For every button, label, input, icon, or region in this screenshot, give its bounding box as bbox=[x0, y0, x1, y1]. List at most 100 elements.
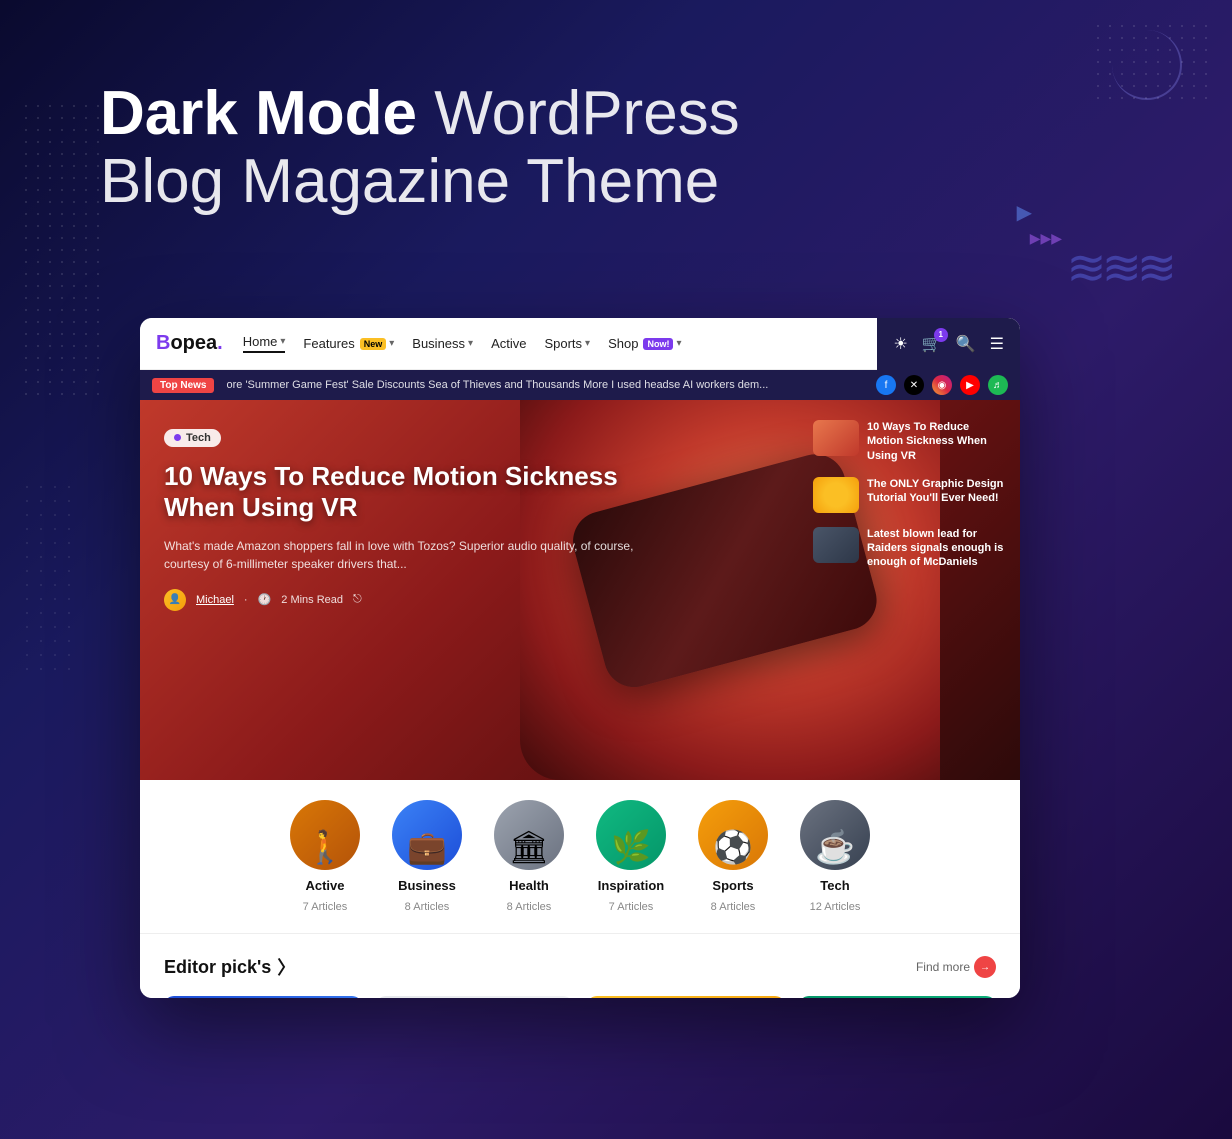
article-card-1[interactable] bbox=[164, 996, 362, 998]
heading-regular: WordPress bbox=[417, 79, 740, 148]
nav-item-shop[interactable]: Shop Now! ▾ bbox=[608, 336, 681, 351]
article-card-4[interactable]: 8.7 bbox=[799, 996, 997, 998]
cat-count-health: 8 Articles bbox=[507, 901, 552, 913]
read-time: 2 Mins Read bbox=[281, 594, 343, 606]
nav-sports-chevron: ▾ bbox=[585, 338, 590, 349]
nav-item-features[interactable]: Features New ▾ bbox=[303, 336, 394, 351]
bg-dots-left bbox=[20, 100, 100, 400]
author-name[interactable]: Michael bbox=[196, 594, 234, 606]
cart-icon-wrap[interactable]: 🛒 1 bbox=[922, 334, 942, 354]
social-facebook-icon[interactable]: f bbox=[876, 375, 896, 395]
side-thumb-3 bbox=[813, 527, 859, 563]
author-avatar: 👤 bbox=[164, 589, 186, 611]
navbar: Bopea. Home ▾ Features New ▾ Business ▾ … bbox=[140, 318, 1020, 370]
site-logo[interactable]: Bopea. bbox=[156, 332, 223, 355]
theme-toggle-icon[interactable]: ☀ bbox=[893, 334, 907, 354]
hero-excerpt: What's made Amazon shoppers fall in love… bbox=[164, 537, 656, 573]
tech-badge-label: Tech bbox=[186, 432, 211, 444]
category-business[interactable]: 💼 Business 8 Articles bbox=[392, 800, 462, 913]
category-active[interactable]: 🚶 Active 7 Articles bbox=[290, 800, 360, 913]
find-more-link[interactable]: Find more → bbox=[916, 956, 996, 978]
categories-section: 🚶 Active 7 Articles 💼 Business 8 Article… bbox=[140, 780, 1020, 934]
bg-dots-bottom-left bbox=[20, 480, 80, 680]
cat-name-sports: Sports bbox=[712, 878, 753, 893]
social-x-icon[interactable]: ✕ bbox=[904, 375, 924, 395]
search-icon[interactable]: 🔍 bbox=[956, 334, 976, 354]
bg-wave-decoration: ≋≋≋ bbox=[1066, 240, 1172, 296]
nav-features-label: Features bbox=[303, 336, 354, 351]
clock-icon: 🕐 bbox=[258, 593, 272, 606]
nav-features-chevron: ▾ bbox=[389, 338, 394, 349]
bg-circle-outline bbox=[1112, 30, 1182, 100]
cat-name-health: Health bbox=[509, 878, 549, 893]
nav-item-business[interactable]: Business ▾ bbox=[412, 336, 473, 351]
side-article-1[interactable]: 10 Ways To Reduce Motion Sickness When U… bbox=[813, 420, 1008, 463]
cart-count-badge: 1 bbox=[934, 328, 948, 342]
side-articles: 10 Ways To Reduce Motion Sickness When U… bbox=[813, 420, 1008, 570]
menu-icon[interactable]: ☰ bbox=[990, 334, 1004, 354]
cat-circle-health: 🏛 bbox=[494, 800, 564, 870]
nav-shop-label: Shop bbox=[608, 336, 638, 351]
cat-name-tech: Tech bbox=[820, 878, 849, 893]
category-health[interactable]: 🏛 Health 8 Articles bbox=[494, 800, 564, 913]
nav-sports-label: Sports bbox=[544, 336, 582, 351]
find-more-arrow: → bbox=[974, 956, 996, 978]
social-spotify-icon[interactable]: ♬ bbox=[988, 375, 1008, 395]
logo-b: B bbox=[156, 332, 170, 354]
browser-mockup: Bopea. Home ▾ Features New ▾ Business ▾ … bbox=[140, 318, 1020, 998]
nav-business-chevron: ▾ bbox=[468, 338, 473, 349]
hero-section: Tech 10 Ways To Reduce Motion Sickness W… bbox=[140, 400, 1020, 780]
tech-dot bbox=[174, 434, 181, 441]
cat-count-inspiration: 7 Articles bbox=[609, 901, 654, 913]
nav-item-home[interactable]: Home ▾ bbox=[243, 334, 286, 353]
ticker-label: Top News bbox=[152, 378, 214, 393]
side-thumb-2 bbox=[813, 477, 859, 513]
nav-items: Home ▾ Features New ▾ Business ▾ Active … bbox=[243, 334, 878, 353]
side-article-title-3: Latest blown lead for Raiders signals en… bbox=[867, 527, 1008, 570]
side-article-2[interactable]: The ONLY Graphic Design Tutorial You'll … bbox=[813, 477, 1008, 513]
article-card-2[interactable] bbox=[376, 996, 574, 998]
cat-circle-inspiration: 🌿 bbox=[596, 800, 666, 870]
article-card-3[interactable] bbox=[587, 996, 785, 998]
main-title-area: Dark Mode WordPress Blog Magazine Theme bbox=[100, 80, 740, 216]
cat-name-business: Business bbox=[398, 878, 456, 893]
cat-name-active: Active bbox=[305, 878, 344, 893]
share-icon[interactable]: ⎋ bbox=[353, 593, 362, 606]
nav-business-label: Business bbox=[412, 336, 465, 351]
ticker-social: f ✕ ◉ ▶ ♬ bbox=[876, 375, 1008, 395]
article-cards: 8.7 bbox=[164, 996, 996, 998]
category-inspiration[interactable]: 🌿 Inspiration 7 Articles bbox=[596, 800, 666, 913]
side-article-3[interactable]: Latest blown lead for Raiders signals en… bbox=[813, 527, 1008, 570]
sub-heading: Blog Magazine Theme bbox=[100, 148, 740, 216]
category-tech[interactable]: ☕ Tech 12 Articles bbox=[800, 800, 870, 913]
hero-content: Tech 10 Ways To Reduce Motion Sickness W… bbox=[140, 400, 680, 780]
nav-right: ☀ 🛒 1 🔍 ☰ bbox=[877, 318, 1020, 370]
bottom-section: Editor pick's 〉 Find more → 8.7 bbox=[140, 934, 1020, 998]
hero-title: 10 Ways To Reduce Motion Sickness When U… bbox=[164, 461, 656, 523]
cat-circle-business: 💼 bbox=[392, 800, 462, 870]
cat-circle-tech: ☕ bbox=[800, 800, 870, 870]
category-sports[interactable]: ⚽ Sports 8 Articles bbox=[698, 800, 768, 913]
nav-item-sports[interactable]: Sports ▾ bbox=[544, 336, 590, 351]
nav-active-label: Active bbox=[491, 336, 526, 351]
nav-shop-badge: Now! bbox=[643, 338, 673, 350]
social-youtube-icon[interactable]: ▶ bbox=[960, 375, 980, 395]
nav-shop-chevron: ▾ bbox=[676, 338, 681, 349]
nav-item-active[interactable]: Active bbox=[491, 336, 526, 351]
hero-meta: 👤 Michael · 🕐 2 Mins Read ⎋ bbox=[164, 589, 656, 611]
find-more-label: Find more bbox=[916, 960, 970, 974]
side-article-title-2: The ONLY Graphic Design Tutorial You'll … bbox=[867, 477, 1008, 506]
cat-count-tech: 12 Articles bbox=[810, 901, 861, 913]
bg-chevron-right: ▶ bbox=[1017, 200, 1032, 225]
cat-name-inspiration: Inspiration bbox=[598, 878, 664, 893]
heading-bold: Dark Mode bbox=[100, 79, 417, 148]
ticker-bar: Top News ore 'Summer Game Fest' Sale Dis… bbox=[140, 370, 1020, 400]
cat-circle-sports: ⚽ bbox=[698, 800, 768, 870]
editor-picks-label: Editor pick's bbox=[164, 957, 271, 978]
side-article-title-1: 10 Ways To Reduce Motion Sickness When U… bbox=[867, 420, 1008, 463]
editor-picks-header: Editor pick's 〉 Find more → bbox=[164, 954, 996, 980]
social-instagram-icon[interactable]: ◉ bbox=[932, 375, 952, 395]
side-thumb-1 bbox=[813, 420, 859, 456]
nav-features-badge: New bbox=[360, 338, 387, 350]
tech-badge: Tech bbox=[164, 429, 221, 447]
